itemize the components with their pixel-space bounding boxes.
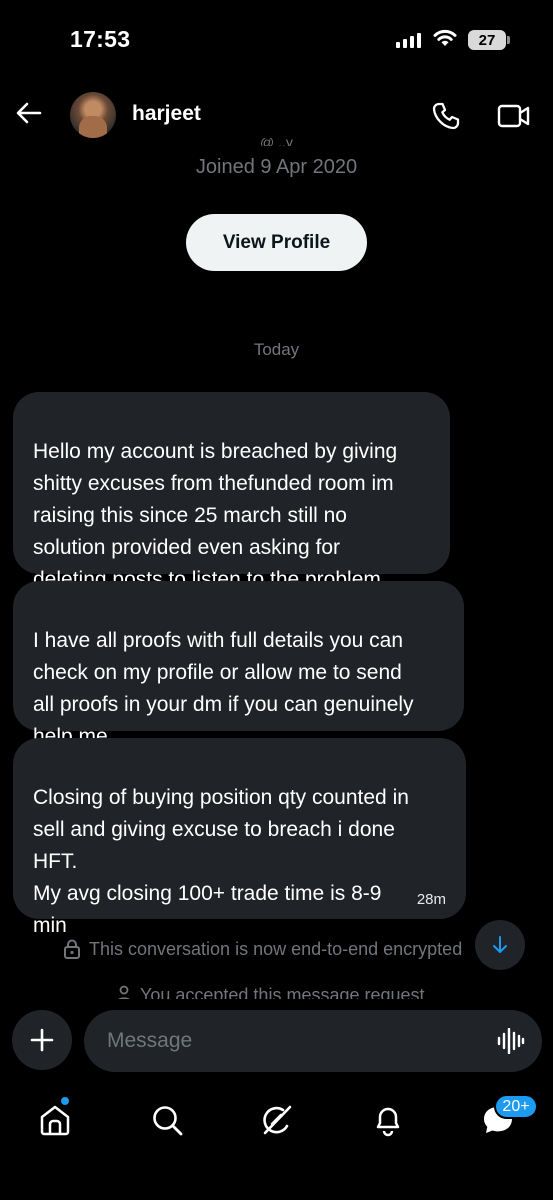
avatar[interactable] [70,92,116,138]
wifi-icon [433,29,457,46]
home-icon [40,1105,70,1136]
view-profile-button[interactable]: View Profile [186,214,367,271]
video-camera-icon[interactable] [497,102,531,130]
status-bar: 17:53 27 [0,0,553,80]
cellular-signal-icon [396,32,421,48]
message-timestamp: 28m [416,891,446,908]
message-text: I have all proofs with full details you … [33,629,414,748]
joined-date: Joined 9 Apr 2020 [195,156,358,178]
lock-icon [64,939,80,959]
scroll-to-bottom-button[interactable] [475,920,525,970]
day-divider: Today [253,340,300,359]
message-bubble[interactable]: Hello my account is breached by giving s… [13,392,450,591]
search-icon [153,1106,183,1136]
notifications-bell-icon [376,1107,400,1137]
message-text: Hello my account is breached by giving s… [33,440,398,591]
add-attachment-button[interactable] [12,1010,72,1070]
profile-handle-cutoff: @ ..y [260,138,293,146]
nav-home[interactable] [35,1100,75,1140]
person-icon [118,985,130,999]
bottom-navigation: 20+ [0,1084,553,1200]
encryption-notice-text: This conversation is now end-to-end encr… [89,938,463,959]
message-text: Closing of buying position qty counted i… [33,786,409,937]
message-composer [0,1004,553,1080]
arrow-down-icon [493,936,507,953]
voice-message-icon[interactable] [497,1028,525,1054]
nav-notifications[interactable] [368,1100,408,1140]
message-input[interactable] [84,1010,542,1072]
plus-icon [30,1028,54,1052]
accepted-request-notice: You accepted this message request [116,985,456,999]
message-bubble[interactable]: Closing of buying position qty counted i… [13,738,466,937]
status-time: 17:53 [70,26,131,52]
grok-icon [263,1105,292,1135]
battery-nub [507,36,510,44]
home-unread-dot [60,1096,70,1106]
back-arrow-icon[interactable] [14,98,44,128]
message-bubble[interactable]: I have all proofs with full details you … [13,581,464,748]
nav-grok[interactable] [257,1100,297,1140]
encryption-notice: This conversation is now end-to-end encr… [63,936,483,962]
phone-icon[interactable] [430,100,462,132]
nav-search[interactable] [147,1100,187,1140]
accepted-notice-text: You accepted this message request [140,985,425,999]
messages-badge: 20+ [494,1094,538,1119]
contact-name[interactable]: harjeet [132,102,201,126]
battery-icon: 27 [468,30,506,50]
